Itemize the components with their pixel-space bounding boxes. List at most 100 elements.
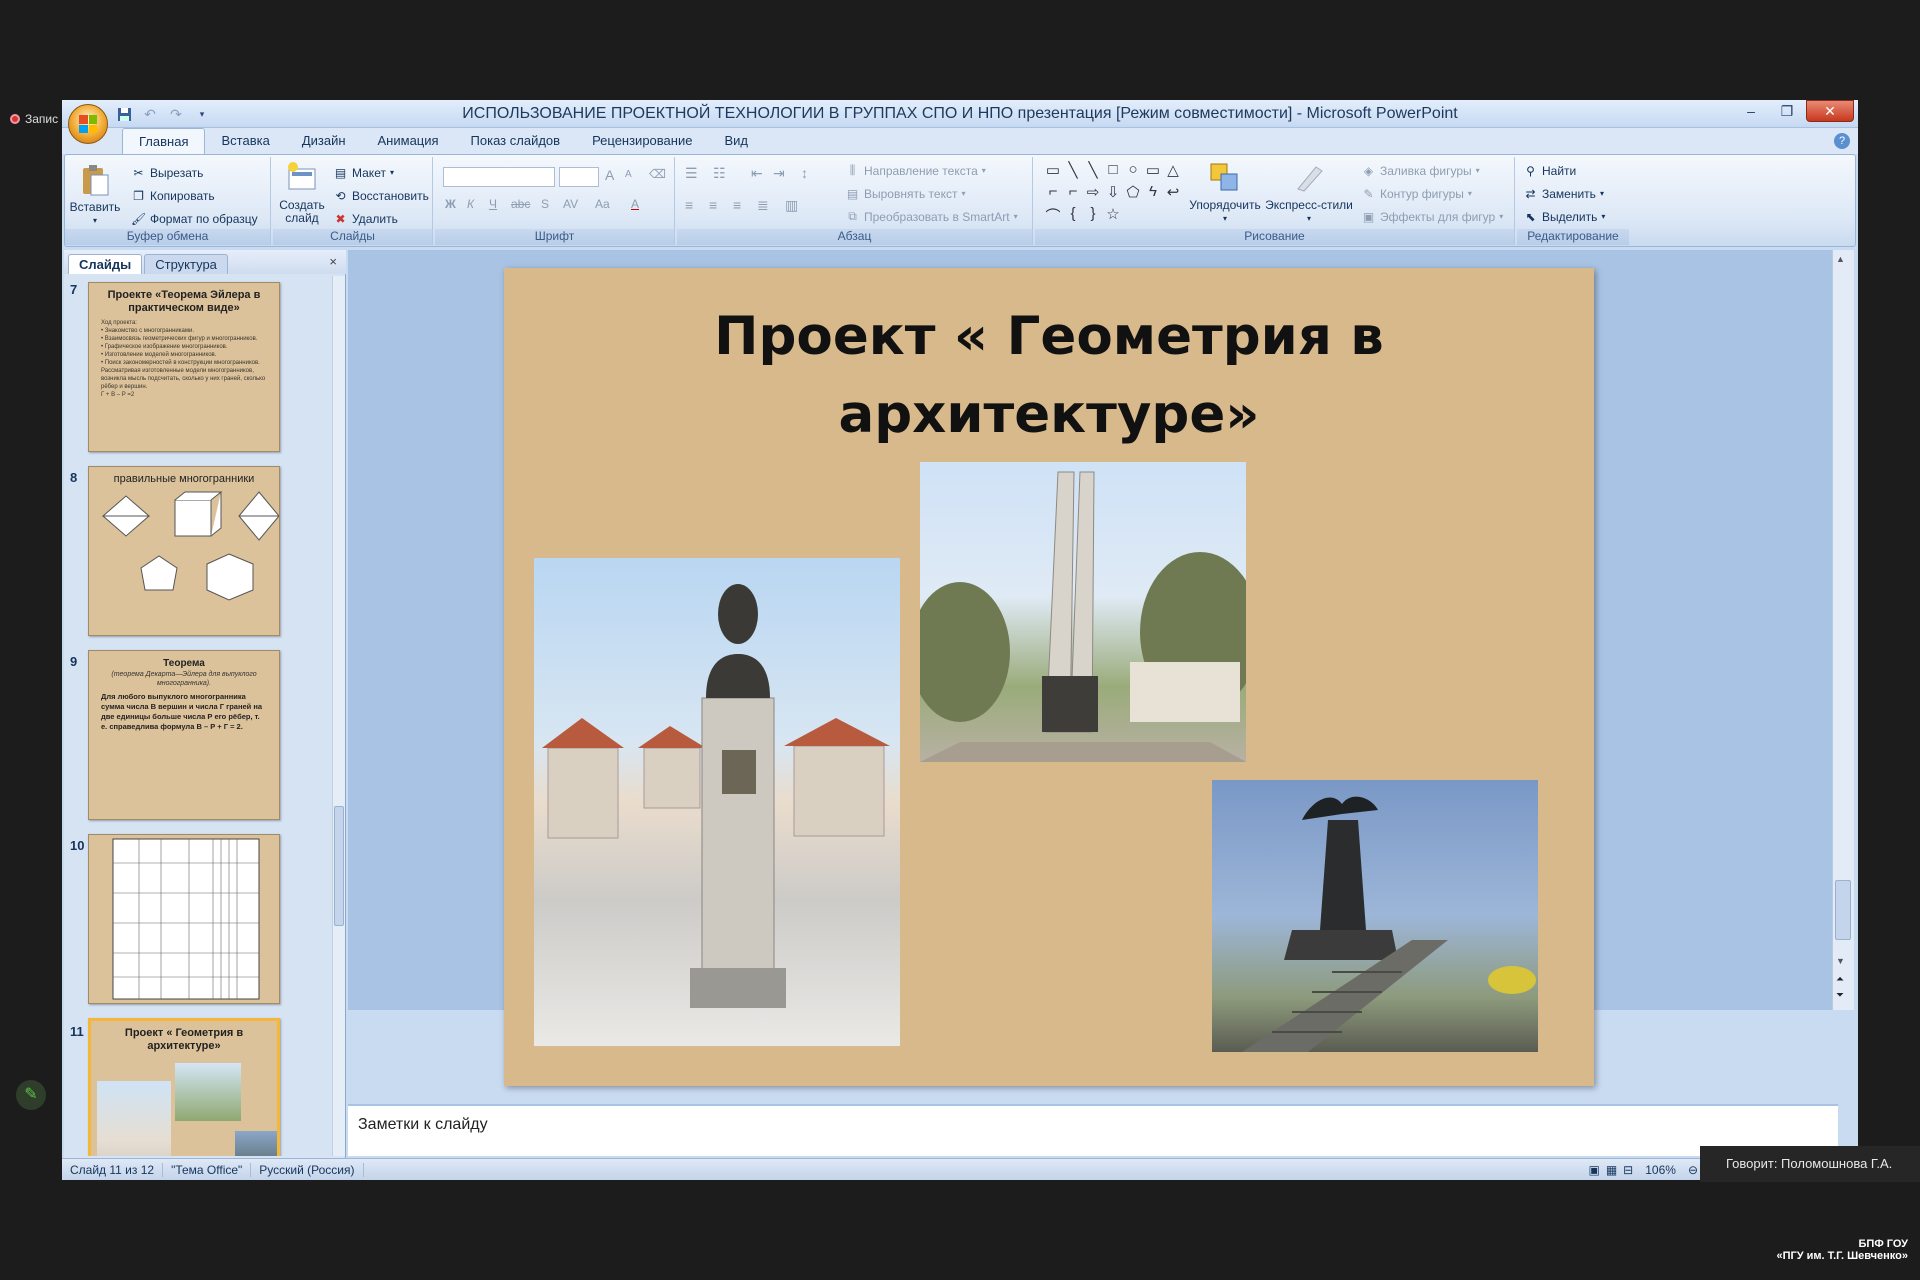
paste-button[interactable]: Вставить ▾	[70, 163, 120, 227]
tab-design[interactable]: Дизайн	[286, 128, 362, 154]
tab-home[interactable]: Главная	[122, 128, 206, 154]
select-button[interactable]: ⬉ Выделить ▾	[1523, 209, 1605, 224]
photo-eagle-monument[interactable]	[1212, 780, 1538, 1052]
slide-thumbnail-7[interactable]: Проекте «Теорема Эйлера в практическом в…	[88, 282, 280, 452]
photo-bust-monument[interactable]	[534, 558, 900, 1046]
photo-obelisk-memorial[interactable]	[920, 462, 1246, 762]
underline-button[interactable]: Ч	[489, 197, 497, 211]
italic-button[interactable]: К	[467, 197, 474, 211]
language-indicator[interactable]: Русский (Россия)	[251, 1162, 364, 1177]
shape-tool-icon[interactable]: ⇩	[1103, 183, 1123, 205]
reset-button[interactable]: ⟲ Восстановить	[333, 188, 428, 203]
shapes-gallery[interactable]: ▭ ╲ ╲ □ ○ ▭ △ ⌐ ⌐ ⇨ ⇩ ⬠ ϟ ↩ ⌒{} ☆	[1043, 161, 1183, 227]
align-text-button[interactable]: ▤ Выровнять текст ▾	[845, 186, 966, 201]
find-button[interactable]: ⚲ Найти	[1523, 163, 1576, 178]
quick-styles-button[interactable]: Экспресс-стили ▾	[1265, 161, 1353, 225]
slideshow-view-icon[interactable]: ⊟	[1623, 1163, 1633, 1177]
sorter-view-icon[interactable]: ▦	[1606, 1163, 1617, 1177]
tab-slideshow[interactable]: Показ слайдов	[455, 128, 577, 154]
smartart-button[interactable]: ⧉ Преобразовать в SmartArt ▾	[845, 209, 1017, 224]
shape-tool-icon[interactable]: ▭	[1143, 161, 1163, 183]
next-slide-icon[interactable]: ⏷	[1836, 990, 1844, 1001]
shape-tool-icon[interactable]: ╲	[1063, 161, 1083, 183]
replace-button[interactable]: ⇄ Заменить ▾	[1523, 186, 1603, 201]
shape-tool-icon[interactable]: ⌒	[1043, 205, 1063, 227]
shape-tool-icon[interactable]: ⇨	[1083, 183, 1103, 205]
prev-slide-icon[interactable]: ⏶	[1836, 974, 1844, 985]
tab-insert[interactable]: Вставка	[205, 128, 285, 154]
panel-scrollbar[interactable]	[332, 276, 345, 1156]
new-slide-button[interactable]: Создать слайд	[277, 161, 327, 225]
zoom-level[interactable]: 106%	[1639, 1163, 1682, 1177]
tab-slides[interactable]: Слайды	[68, 254, 143, 274]
shape-fill-button[interactable]: ◈ Заливка фигуры ▾	[1361, 163, 1480, 178]
shape-tool-icon[interactable]: {	[1063, 205, 1083, 227]
copy-button[interactable]: ❐ Копировать	[131, 188, 215, 203]
align-right-icon[interactable]: ≡	[733, 197, 741, 213]
restore-button[interactable]: ❐	[1770, 100, 1804, 122]
tab-review[interactable]: Рецензирование	[576, 128, 708, 154]
shape-tool-icon[interactable]: ⌐	[1063, 183, 1083, 205]
font-family-combo[interactable]	[443, 167, 555, 187]
bold-button[interactable]: Ж	[445, 197, 456, 211]
scroll-up-icon[interactable]: ▲	[1836, 254, 1845, 264]
slide-thumbnail-8[interactable]: правильные многогранники	[88, 466, 280, 636]
slide-thumbnail-9[interactable]: Теорема (теорема Декарта—Эйлера для выпу…	[88, 650, 280, 820]
shape-tool-icon[interactable]: ϟ	[1143, 183, 1163, 205]
shape-tool-icon[interactable]: ⌐	[1043, 183, 1063, 205]
normal-view-icon[interactable]: ▣	[1588, 1163, 1599, 1177]
strikethrough-button[interactable]: abc	[511, 197, 530, 211]
numbering-icon[interactable]: ☷	[713, 165, 726, 182]
minimize-button[interactable]: –	[1734, 100, 1768, 122]
align-left-icon[interactable]: ≡	[685, 197, 693, 213]
font-size-combo[interactable]	[559, 167, 599, 187]
shape-tool-icon[interactable]: ↩	[1163, 183, 1183, 205]
justify-icon[interactable]: ≣	[757, 197, 769, 214]
shape-outline-button[interactable]: ✎ Контур фигуры ▾	[1361, 186, 1471, 201]
increase-indent-icon[interactable]: ⇥	[773, 165, 785, 182]
shape-tool-icon[interactable]: □	[1103, 161, 1123, 183]
shape-tool-icon[interactable]: ○	[1123, 161, 1143, 183]
slide-scroll-thumb[interactable]	[1835, 880, 1851, 940]
shape-tool-icon[interactable]: ╲	[1083, 161, 1103, 183]
annotate-pen-icon[interactable]: ✎	[16, 1080, 46, 1110]
decrease-indent-icon[interactable]: ⇤	[751, 165, 763, 182]
line-spacing-icon[interactable]: ↕	[801, 165, 808, 181]
shrink-font-button[interactable]: A	[625, 169, 632, 180]
help-icon[interactable]: ?	[1834, 133, 1850, 149]
panel-scroll-thumb[interactable]	[334, 806, 344, 926]
slide-title[interactable]: Проект « Геометрия в архитектуре»	[504, 298, 1594, 454]
shape-tool-icon[interactable]: ▭	[1043, 161, 1063, 183]
close-button[interactable]: ✕	[1806, 100, 1854, 122]
text-direction-button[interactable]: ⫼ Направление текста ▾	[845, 163, 986, 178]
font-color-button[interactable]: A	[631, 197, 639, 211]
bullets-icon[interactable]: ☰	[685, 165, 698, 182]
clear-format-icon[interactable]: ⌫	[649, 167, 666, 181]
arrange-button[interactable]: Упорядочить ▾	[1187, 161, 1263, 225]
current-slide[interactable]: Проект « Геометрия в архитектуре»	[504, 268, 1594, 1086]
tab-animation[interactable]: Анимация	[362, 128, 455, 154]
shape-tool-icon[interactable]: △	[1163, 161, 1183, 183]
cut-button[interactable]: ✂ Вырезать	[131, 165, 203, 180]
slide-scrollbar[interactable]: ▲ ▼ ⏶ ⏷	[1832, 250, 1854, 1010]
slide-thumbnail-11[interactable]: Проект « Геометрия в архитектуре»	[88, 1018, 280, 1156]
shadow-button[interactable]: S	[541, 197, 549, 211]
scroll-down-icon[interactable]: ▼	[1836, 956, 1845, 966]
align-center-icon[interactable]: ≡	[709, 197, 717, 213]
shape-tool-icon[interactable]: ☆	[1103, 205, 1123, 227]
grow-font-button[interactable]: A	[605, 167, 614, 183]
shape-tool-icon[interactable]: }	[1083, 205, 1103, 227]
shape-tool-icon[interactable]: ⬠	[1123, 183, 1143, 205]
char-spacing-button[interactable]: AV	[563, 197, 578, 211]
columns-icon[interactable]: ▥	[785, 197, 798, 214]
zoom-out-icon[interactable]: ⊖	[1688, 1163, 1698, 1177]
shape-effects-button[interactable]: ▣ Эффекты для фигур ▾	[1361, 209, 1503, 224]
notes-pane[interactable]: Заметки к слайду	[348, 1104, 1838, 1156]
layout-button[interactable]: ▤ Макет ▾	[333, 165, 394, 180]
panel-close-icon[interactable]: ×	[329, 254, 337, 269]
office-button[interactable]	[68, 104, 108, 144]
change-case-button[interactable]: Aa	[595, 197, 610, 211]
tab-outline[interactable]: Структура	[144, 254, 228, 274]
slide-thumbnail-10[interactable]	[88, 834, 280, 1004]
format-painter-button[interactable]: 🖌 Формат по образцу	[131, 211, 258, 226]
